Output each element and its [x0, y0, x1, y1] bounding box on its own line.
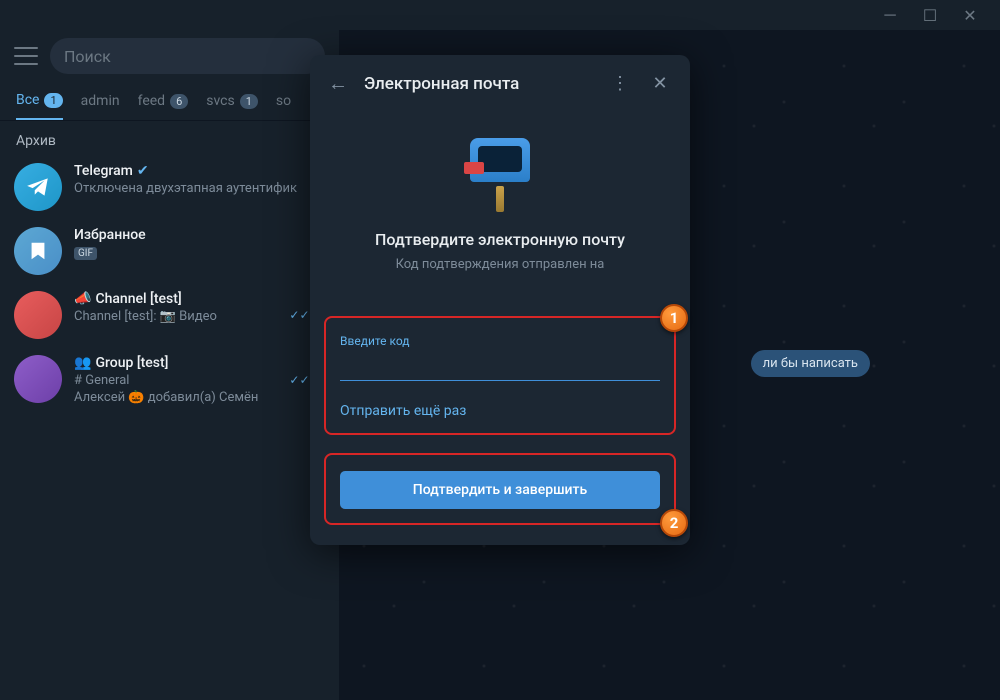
sidebar-top: Поиск — [0, 30, 339, 82]
filter-admin[interactable]: admin — [81, 92, 120, 120]
filter-all[interactable]: Все 1 — [16, 92, 63, 120]
megaphone-icon: 📣 — [74, 291, 91, 307]
filter-feed[interactable]: feed 6 — [138, 92, 189, 120]
bookmark-icon — [27, 240, 49, 262]
modal-header: ← Электронная почта ⋮ ✕ — [310, 55, 690, 112]
avatar — [14, 227, 62, 275]
chat-subtitle2: Алексей 🎃 добавил(а) Семён — [74, 390, 277, 405]
filter-badge: 1 — [44, 93, 62, 108]
chat-item-saved[interactable]: Избранное GIF 31 — [0, 219, 339, 283]
filter-badge: 6 — [170, 94, 188, 109]
code-input[interactable] — [340, 350, 660, 381]
verified-icon: ✔ — [137, 163, 149, 179]
close-window-button[interactable]: ✕ — [950, 0, 990, 30]
back-button[interactable]: ← — [328, 71, 348, 96]
chat-subtitle: Channel [test]: 📷 Видео — [74, 309, 277, 324]
chat-title: Telegram ✔ — [74, 163, 325, 179]
telegram-icon — [25, 174, 51, 200]
chat-title: 👥 Group [test] — [74, 355, 277, 371]
filter-label: Все — [16, 92, 39, 108]
gif-badge: GIF — [74, 247, 97, 260]
avatar — [14, 291, 62, 339]
read-checks-icon: ✓✓ — [289, 308, 309, 322]
avatar — [14, 355, 62, 403]
annotation-button-area: 2 Подтвердить и завершить — [324, 453, 676, 525]
filter-tabs: Все 1 admin feed 6 svcs 1 so — [0, 82, 339, 121]
mailbox-icon — [460, 132, 540, 212]
confirm-email-redacted — [338, 274, 662, 298]
search-input[interactable]: Поиск — [50, 38, 325, 74]
email-modal: ← Электронная почта ⋮ ✕ Подтвердите элек… — [310, 55, 690, 545]
app-root: Поиск Все 1 admin feed 6 svcs 1 so Архив — [0, 30, 1000, 700]
chat-item-group[interactable]: 👥 Group [test] # General Алексей 🎃 добав… — [0, 347, 339, 413]
filter-label: svcs — [206, 93, 234, 109]
chat-title: 📣 Channel [test] — [74, 291, 277, 307]
modal-title: Электронная почта — [364, 74, 592, 94]
archive-label: Архив — [0, 121, 339, 155]
filter-svcs[interactable]: svcs 1 — [206, 92, 258, 120]
chat-subtitle: # General — [74, 373, 277, 388]
chat-item-channel[interactable]: 📣 Channel [test] Channel [test]: 📷 Видео… — [0, 283, 339, 347]
filter-label: feed — [138, 93, 165, 109]
filter-label: so — [276, 93, 291, 109]
window-titlebar: ─ ☐ ✕ — [0, 0, 1000, 30]
chat-title: Избранное — [74, 227, 300, 243]
minimize-button[interactable]: ─ — [870, 0, 910, 30]
chat-body: Избранное GIF — [74, 227, 300, 275]
read-checks-icon: ✓✓ — [289, 373, 309, 387]
filter-label: admin — [81, 93, 120, 109]
sidebar: Поиск Все 1 admin feed 6 svcs 1 so Архив — [0, 30, 340, 700]
chat-subtitle: Отключена двухэтапная аутентифик — [74, 181, 325, 196]
code-input-label: Введите код — [340, 334, 660, 348]
annotation-badge-1: 1 — [660, 304, 688, 332]
hint-bubble: ли бы написать — [751, 350, 870, 377]
chat-list: Telegram ✔ Отключена двухэтапная аутенти… — [0, 155, 339, 700]
resend-link[interactable]: Отправить ещё раз — [340, 403, 660, 419]
chat-body: Telegram ✔ Отключена двухэтапная аутенти… — [74, 163, 325, 211]
chat-item-telegram[interactable]: Telegram ✔ Отключена двухэтапная аутенти… — [0, 155, 339, 219]
close-button[interactable]: ✕ — [648, 73, 672, 94]
confirm-heading: Подтвердите электронную почту — [338, 230, 662, 249]
filter-badge: 1 — [240, 94, 258, 109]
confirm-button[interactable]: Подтвердить и завершить — [340, 471, 660, 509]
annotation-input-area: 1 Введите код Отправить ещё раз — [324, 316, 676, 435]
avatar — [14, 163, 62, 211]
maximize-button[interactable]: ☐ — [910, 0, 950, 30]
chat-body: 📣 Channel [test] Channel [test]: 📷 Видео — [74, 291, 277, 339]
chat-subtitle: GIF — [74, 245, 300, 260]
modal-body: Подтвердите электронную почту Код подтве… — [310, 112, 690, 298]
chat-body: 👥 Group [test] # General Алексей 🎃 добав… — [74, 355, 277, 405]
group-icon: 👥 — [74, 355, 91, 371]
filter-so[interactable]: so — [276, 92, 291, 120]
confirm-subtext: Код подтверждения отправлен на — [338, 257, 662, 272]
more-button[interactable]: ⋮ — [608, 73, 632, 94]
annotation-badge-2: 2 — [660, 509, 688, 537]
menu-icon[interactable] — [14, 47, 38, 65]
